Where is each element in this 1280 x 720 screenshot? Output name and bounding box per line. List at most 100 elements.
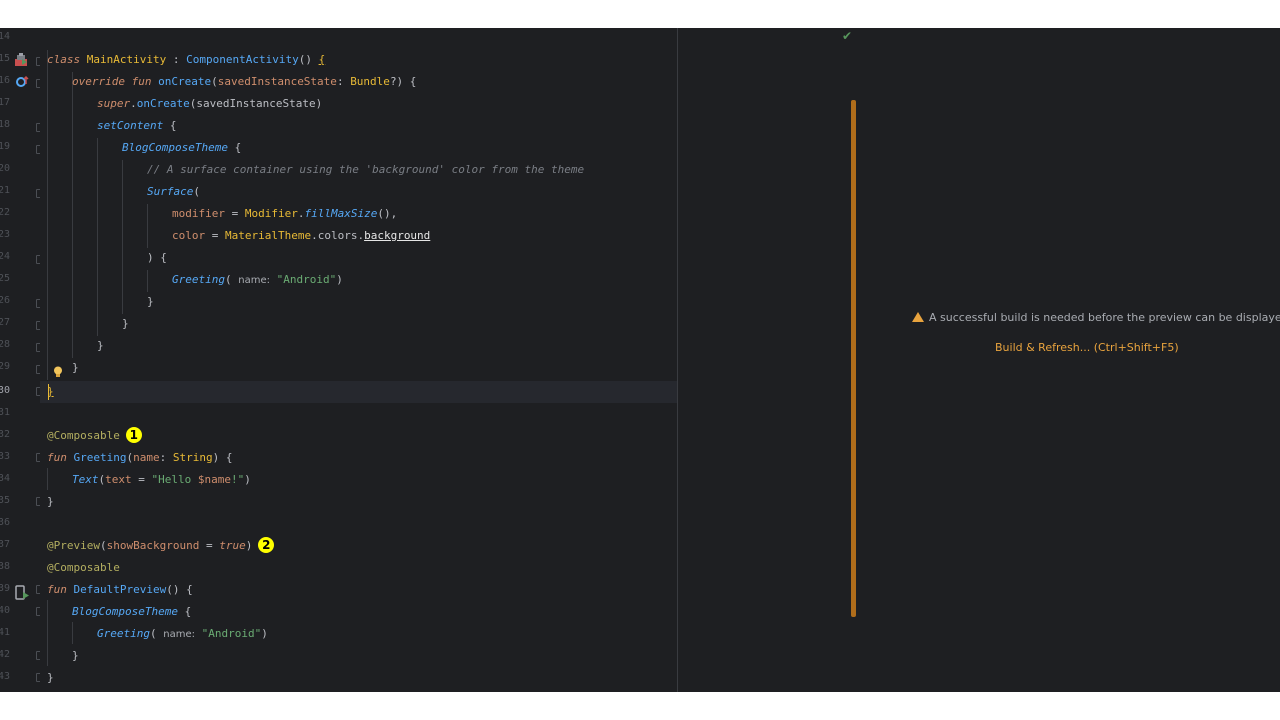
run-activity-icon[interactable] [14, 53, 28, 67]
line-number: 14 [0, 31, 10, 42]
ide-window: 14 15 16 17 18 19 20 21 22 23 24 25 26 2… [0, 28, 1280, 692]
punct: ( [224, 273, 239, 286]
code-line: @Composable 1 [47, 425, 142, 447]
function-name: Greeting [172, 273, 225, 286]
line-number: 42 [0, 649, 10, 660]
comment: // A surface container using the 'backgr… [147, 163, 585, 176]
code-line: fun Greeting(name: String) { [47, 447, 232, 469]
punct: () { [166, 583, 193, 596]
line-number: 41 [0, 627, 10, 638]
code-line: } [47, 667, 54, 689]
keyword: class [47, 53, 81, 66]
line-number: 40 [0, 605, 10, 616]
param: text [105, 473, 132, 486]
line-number: 29 [0, 361, 10, 372]
function-name: BlogComposeTheme [122, 141, 228, 154]
code-line: setContent { [97, 115, 176, 137]
line-number: 20 [0, 163, 10, 174]
punct: = [131, 473, 152, 486]
line-number: 22 [0, 207, 10, 218]
indent-guide [72, 72, 73, 358]
code-line: Text(text = "Hello $name!") [72, 469, 251, 491]
punct: ?) { [389, 75, 417, 88]
punct: } [122, 317, 129, 330]
preview-run-icon[interactable] [14, 585, 30, 601]
punct: } [147, 295, 154, 308]
punct: ) [336, 273, 343, 286]
lightbulb-icon[interactable] [53, 366, 63, 378]
line-number: 43 [0, 671, 10, 682]
check-icon: ✔ [842, 29, 853, 43]
line-number: 15 [0, 53, 10, 64]
function-name: Surface [147, 185, 194, 198]
type-name: Modifier [244, 207, 298, 220]
line-number: 19 [0, 141, 10, 152]
indent-guide [97, 138, 98, 336]
function-name: BlogComposeTheme [72, 605, 178, 618]
line-number: 35 [0, 495, 10, 506]
code-line: Greeting( name: "Android") [172, 269, 343, 291]
punct: } [47, 671, 54, 684]
code-line: } [47, 491, 54, 513]
code-line: fun DefaultPreview() { [47, 579, 193, 601]
indent-guide [47, 600, 48, 666]
string: "Android" [201, 627, 262, 640]
line-number: 27 [0, 317, 10, 328]
annotation: @Preview [47, 539, 100, 552]
code-line: override fun onCreate(savedInstanceState… [72, 71, 416, 93]
build-refresh-link[interactable]: Build & Refresh... (Ctrl+Shift+F5) [995, 339, 1179, 357]
punct: ) [245, 539, 253, 552]
build-needed-message: A successful build is needed before the … [912, 309, 1280, 327]
code-line: ) { [147, 247, 167, 269]
code-line: } [122, 313, 129, 335]
line-number: 25 [0, 273, 10, 284]
code-line: super.onCreate(savedInstanceState) [97, 93, 322, 115]
line-number: 26 [0, 295, 10, 306]
indent-guide [147, 270, 148, 292]
line-number: 17 [0, 97, 10, 108]
override-marker-icon[interactable] [15, 75, 29, 89]
function-name: onCreate [136, 97, 190, 110]
punct: ( [99, 539, 107, 552]
punct: : [166, 53, 187, 66]
param: color [172, 229, 206, 242]
function-name: Greeting [73, 451, 127, 464]
keyword: fun [131, 75, 152, 88]
code-editor[interactable]: class MainActivity : ComponentActivity()… [40, 28, 677, 692]
punct: } [97, 339, 104, 352]
type-name: MaterialTheme [225, 229, 312, 242]
code-line: } [97, 335, 104, 357]
code-line: // A surface container using the 'backgr… [147, 159, 584, 181]
function-name: setContent [97, 119, 164, 132]
type-name: String [172, 451, 213, 464]
punct: : [336, 75, 351, 88]
param-hint: name: [238, 275, 270, 286]
line-number: 18 [0, 119, 10, 130]
line-number: 36 [0, 517, 10, 528]
line-number: 37 [0, 539, 10, 550]
editor-gutter: 14 15 16 17 18 19 20 21 22 23 24 25 26 2… [0, 28, 45, 692]
punct: ) { [212, 451, 233, 464]
code-line: } [147, 291, 154, 313]
punct: ) [244, 473, 251, 486]
punct: = [224, 207, 245, 220]
code-line: modifier = Modifier.fillMaxSize(), [172, 203, 397, 225]
brace: { [318, 53, 326, 66]
param: name [133, 451, 160, 464]
string: "Hello [151, 473, 198, 486]
line-number-current: 30 [0, 385, 10, 396]
indent-guide [47, 50, 48, 380]
keyword: true [219, 539, 246, 552]
punct: } [72, 361, 79, 374]
error-stripe-scrollbar[interactable] [851, 100, 856, 617]
code-line: @Composable [47, 557, 120, 579]
function-name: Text [72, 473, 99, 486]
step-badge-2: 2 [258, 537, 275, 553]
annotation: @Composable [47, 429, 120, 442]
code-line: Surface( [147, 181, 200, 203]
string: !" [230, 473, 245, 486]
code-line: Greeting( name: "Android") [97, 623, 268, 645]
line-number: 31 [0, 407, 10, 418]
